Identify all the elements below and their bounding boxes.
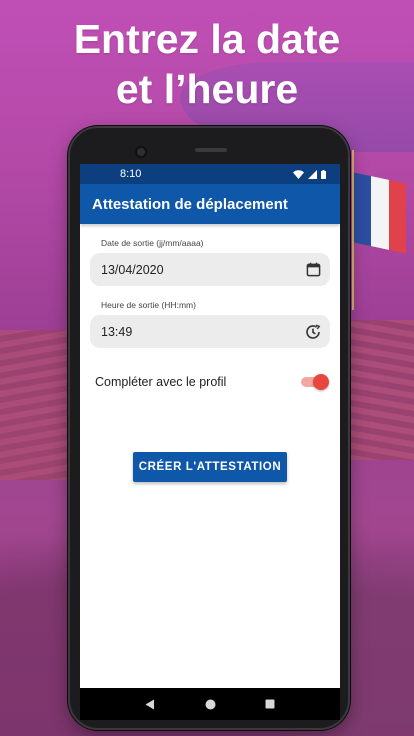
profile-toggle-label: Compléter avec le profil (95, 375, 227, 389)
headline-line-1: Entrez la date (73, 16, 341, 62)
form-content: Date de sortie (jj/mm/aaaa) 13/04/2020 H… (80, 224, 340, 482)
promo-headline: Entrez la date et l’heure (0, 14, 414, 114)
date-field-value: 13/04/2020 (101, 262, 164, 277)
date-field[interactable]: 13/04/2020 (90, 253, 330, 286)
phone-frame: 8:10 Attestation de déplacement Date de … (68, 126, 350, 730)
home-icon[interactable] (203, 697, 217, 711)
calendar-icon[interactable] (305, 262, 321, 278)
wifi-icon (293, 169, 304, 179)
signal-icon (308, 169, 317, 179)
toggle-thumb (313, 374, 329, 390)
status-time: 8:10 (120, 168, 142, 180)
status-bar: 8:10 (80, 164, 340, 184)
profile-toggle-switch[interactable] (301, 374, 329, 390)
earpiece-speaker (195, 148, 227, 152)
status-icons (293, 169, 326, 179)
time-field-value: 13:49 (101, 324, 133, 339)
french-flag-image (354, 172, 406, 254)
front-camera (135, 146, 147, 158)
battery-icon (321, 169, 326, 179)
app-bar: Attestation de déplacement (80, 184, 340, 224)
phone-screen: 8:10 Attestation de déplacement Date de … (80, 164, 340, 720)
system-nav-bar (80, 688, 340, 720)
app-title: Attestation de déplacement (92, 195, 288, 213)
time-field-label: Heure de sortie (HH:mm) (101, 300, 196, 310)
create-attestation-button[interactable]: CRÉER L'ATTESTATION (133, 452, 287, 482)
profile-toggle-row: Compléter avec le profil (90, 374, 330, 390)
clock-icon[interactable] (305, 324, 321, 340)
date-field-label: Date de sortie (jj/mm/aaaa) (101, 238, 204, 248)
back-icon[interactable] (143, 697, 157, 711)
headline-line-2: et l’heure (115, 66, 299, 112)
time-field[interactable]: 13:49 (90, 315, 330, 348)
background-roof-right (346, 320, 414, 460)
recents-icon[interactable] (263, 697, 277, 711)
